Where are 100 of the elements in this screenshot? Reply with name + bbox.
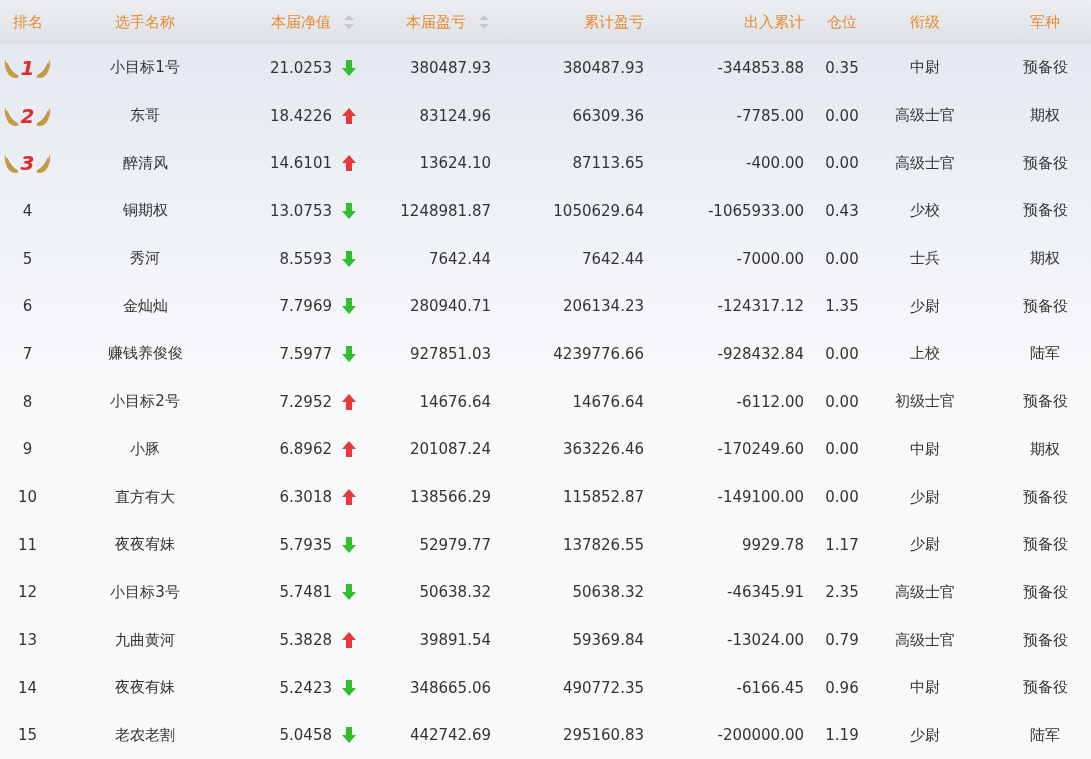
table-cell: 陆军 xyxy=(1030,344,1060,364)
player-name: 金灿灿 xyxy=(122,296,168,316)
rank-number: 14 xyxy=(17,678,38,697)
table-cell: 14676.64 xyxy=(419,392,491,411)
table-cell: 0.00 xyxy=(825,154,859,173)
table-cell: 83124.96 xyxy=(419,106,491,125)
table-cell: -7785.00 xyxy=(736,106,804,125)
net-value: 14.6101 xyxy=(269,154,332,173)
table-cell: 0.00 xyxy=(825,249,859,268)
table-cell: -1065933.00 xyxy=(707,201,804,220)
table-cell: 上校 xyxy=(909,344,940,364)
table-cell: 50638.32 xyxy=(419,583,491,602)
net-value: 7.5977 xyxy=(279,344,332,363)
player-name: 夜夜有妹 xyxy=(115,678,175,698)
table-cell: 期权 xyxy=(1030,439,1060,459)
column-header: 累计盈亏 xyxy=(584,12,644,32)
player-name: 直方有大 xyxy=(115,487,175,507)
table-cell: 初级士官 xyxy=(894,392,955,412)
table-cell: 87113.65 xyxy=(572,154,644,173)
sort-icon[interactable] xyxy=(344,15,354,29)
net-value: 18.4226 xyxy=(269,106,332,125)
net-value: 21.0253 xyxy=(269,58,332,77)
rank-number: 13 xyxy=(17,631,38,650)
player-name: 小目标2号 xyxy=(110,392,180,412)
table-cell: 中尉 xyxy=(909,678,940,698)
player-name: 老农老割 xyxy=(115,725,175,745)
table-cell: 490772.35 xyxy=(562,678,644,697)
net-value: 6.8962 xyxy=(279,440,332,459)
rank-number: 5 xyxy=(22,249,33,268)
table-cell: 0.35 xyxy=(825,58,859,77)
net-value: 5.7935 xyxy=(279,535,332,554)
table-cell: 0.00 xyxy=(825,440,859,459)
table-cell: 14676.64 xyxy=(572,392,644,411)
winged-rank-badge: 3 xyxy=(3,151,52,176)
table-cell: 预备役 xyxy=(1022,392,1068,412)
table-cell: -6166.45 xyxy=(736,678,804,697)
column-header: 军种 xyxy=(1030,12,1060,32)
table-cell: 0.96 xyxy=(825,678,859,697)
net-value: 7.7969 xyxy=(279,297,332,316)
table-cell: 1248981.87 xyxy=(400,201,491,220)
table-cell: 士兵 xyxy=(909,249,940,269)
column-header: 排名 xyxy=(12,12,43,32)
net-value: 8.5593 xyxy=(279,249,332,268)
table-cell: 7642.44 xyxy=(581,249,644,268)
table-cell: 1050629.64 xyxy=(553,201,644,220)
table-cell: 138566.29 xyxy=(409,488,491,507)
table-cell: 9929.78 xyxy=(741,535,804,554)
table-cell: -124317.12 xyxy=(717,297,804,316)
net-value: 5.7481 xyxy=(279,583,332,602)
table-cell: 少尉 xyxy=(909,535,940,555)
table-cell: 363226.46 xyxy=(562,440,644,459)
net-value: 5.2423 xyxy=(279,678,332,697)
rank-number: 15 xyxy=(17,726,38,745)
table-cell: 348665.06 xyxy=(409,678,491,697)
table-cell: 0.43 xyxy=(825,201,859,220)
rank-number: 12 xyxy=(17,583,38,602)
player-name: 赚钱养俊俊 xyxy=(107,344,183,364)
net-value: 13.0753 xyxy=(269,201,332,220)
rank-number: 8 xyxy=(22,392,33,411)
table-cell: 高级士官 xyxy=(894,630,955,650)
column-header: 衔级 xyxy=(909,12,940,32)
rank-number: 10 xyxy=(17,488,38,507)
table-cell: 预备役 xyxy=(1022,58,1068,78)
rank-number: 6 xyxy=(22,297,33,316)
column-header: 仓位 xyxy=(827,12,857,32)
table-cell: 4239776.66 xyxy=(553,344,644,363)
table-cell: 高级士官 xyxy=(894,106,955,126)
table-cell: 预备役 xyxy=(1022,678,1068,698)
net-value: 6.3018 xyxy=(279,488,332,507)
table-cell: -13024.00 xyxy=(727,631,804,650)
sort-icon[interactable] xyxy=(479,15,489,29)
table-cell: 295160.83 xyxy=(562,726,644,745)
net-value: 5.3828 xyxy=(279,631,332,650)
table-cell: 预备役 xyxy=(1022,630,1068,650)
table-cell: 期权 xyxy=(1030,249,1060,269)
table-cell: -400.00 xyxy=(746,154,804,173)
player-name: 小豚 xyxy=(130,439,160,459)
net-value: 7.2952 xyxy=(279,392,332,411)
rank-number: 9 xyxy=(22,440,33,459)
table-cell: 预备役 xyxy=(1022,487,1068,507)
table-cell: 0.00 xyxy=(825,344,859,363)
rank-number: 4 xyxy=(22,201,33,220)
table-cell: 高级士官 xyxy=(894,153,955,173)
table-cell: 280940.71 xyxy=(409,297,491,316)
table-cell: 50638.32 xyxy=(572,583,644,602)
table-cell: 66309.36 xyxy=(572,106,644,125)
table-cell: 39891.54 xyxy=(419,631,491,650)
player-name: 铜期权 xyxy=(122,201,168,221)
table-cell: 1.19 xyxy=(825,726,859,745)
table-cell: 预备役 xyxy=(1022,582,1068,602)
table-cell: -200000.00 xyxy=(717,726,804,745)
player-name: 九曲黄河 xyxy=(115,630,175,650)
table-cell: 0.00 xyxy=(825,106,859,125)
table-cell: 陆军 xyxy=(1030,725,1060,745)
table-cell: 少尉 xyxy=(909,487,940,507)
table-cell: 少尉 xyxy=(909,725,940,745)
table-cell: 0.00 xyxy=(825,392,859,411)
table-cell: 预备役 xyxy=(1022,296,1068,316)
winged-rank-badge: 1 xyxy=(3,55,52,80)
table-cell: 201087.24 xyxy=(409,440,491,459)
